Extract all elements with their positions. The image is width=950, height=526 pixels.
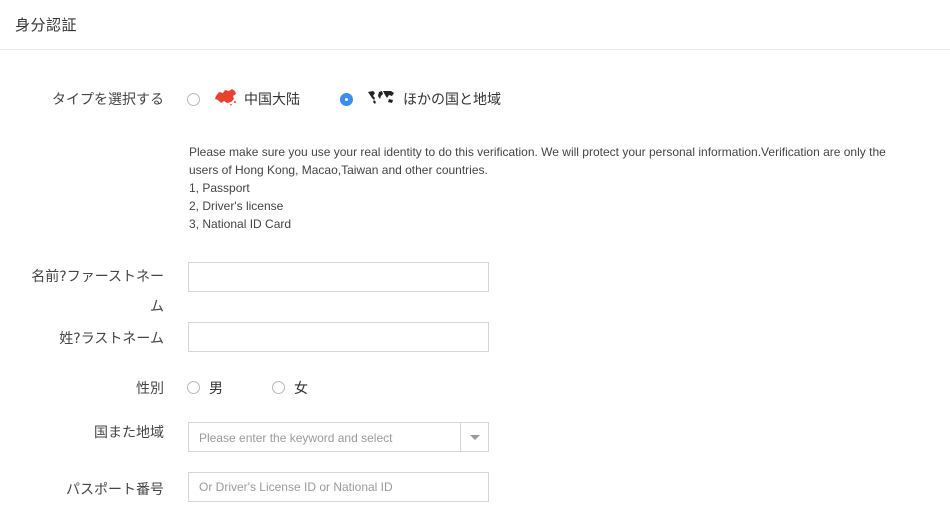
- verification-notice: Please make sure you use your real ident…: [189, 143, 909, 233]
- notice-item-national-id: 3, National ID Card: [189, 217, 292, 231]
- region-select[interactable]: Please enter the keyword and select: [188, 422, 489, 452]
- first-name-input[interactable]: [188, 262, 489, 292]
- id-type-radio-other[interactable]: [340, 93, 353, 106]
- region-select-placeholder: Please enter the keyword and select: [199, 431, 393, 445]
- region-label: 国また地域: [94, 425, 164, 441]
- id-type-radio-mainland[interactable]: [187, 93, 200, 106]
- last-name-input[interactable]: [188, 322, 489, 352]
- notice-text: Please make sure you use your real ident…: [189, 145, 886, 177]
- page-header: 身分認証: [0, 0, 950, 50]
- china-map-icon: [215, 89, 236, 106]
- id-type-label: タイプを選択する: [52, 92, 164, 108]
- world-map-icon: [368, 91, 394, 104]
- passport-number-input[interactable]: [188, 472, 489, 502]
- identity-verification-page: 身分認証 タイプを選択する 中国大陆 ほかの国と地域 Please make s…: [0, 0, 950, 526]
- notice-item-drivers-license: 2, Driver's license: [189, 199, 284, 213]
- gender-label-male: 男: [209, 381, 223, 397]
- first-name-label: 名前?ファーストネーム: [31, 269, 164, 315]
- last-name-label: 姓?ラストネーム: [59, 331, 164, 347]
- id-type-label-other: ほかの国と地域: [403, 92, 501, 108]
- gender-label-female: 女: [294, 381, 308, 397]
- notice-item-passport: 1, Passport: [189, 181, 250, 195]
- gender-radio-female[interactable]: [272, 381, 285, 394]
- chevron-down-icon: [470, 435, 480, 440]
- gender-radio-male[interactable]: [187, 381, 200, 394]
- id-type-label-mainland: 中国大陆: [244, 92, 300, 108]
- page-title: 身分認証: [15, 16, 78, 34]
- passport-label: パスポート番号: [66, 482, 164, 498]
- region-dropdown-toggle[interactable]: [460, 423, 488, 451]
- gender-label: 性別: [136, 381, 164, 397]
